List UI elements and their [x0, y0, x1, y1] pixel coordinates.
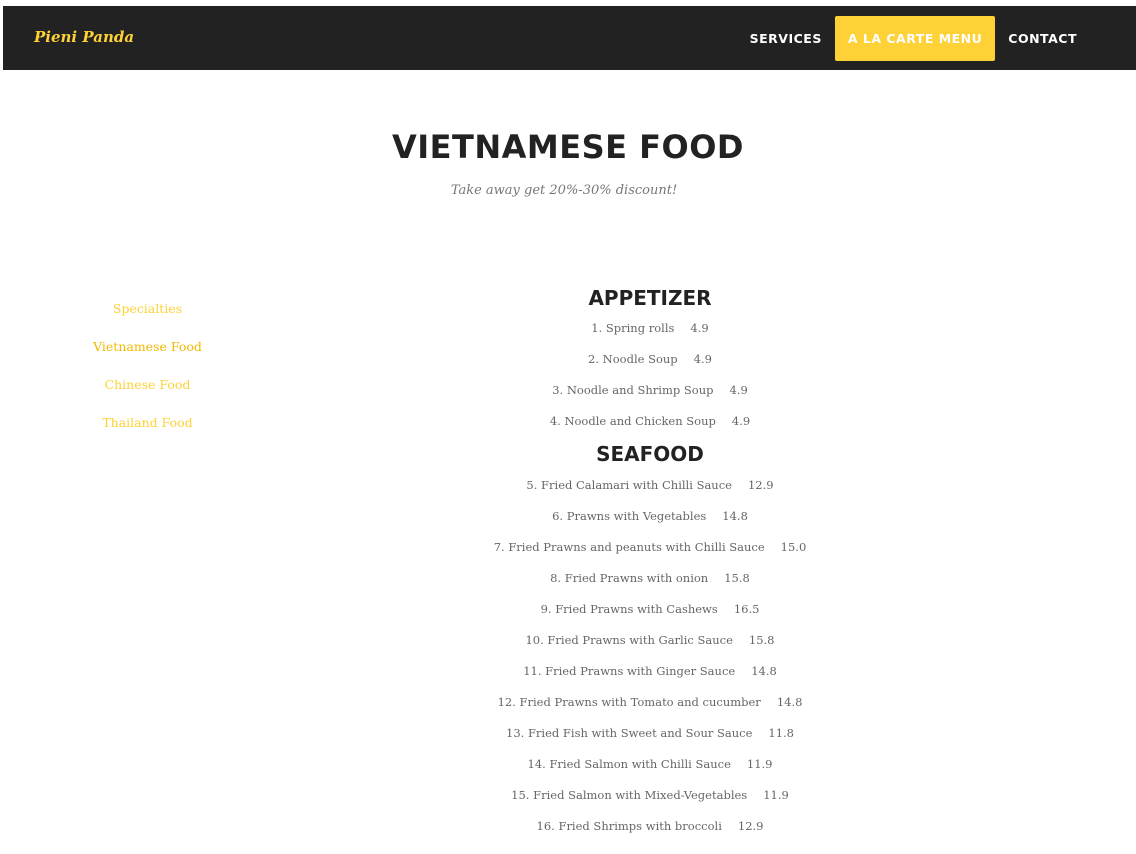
item-price: 11.9 [746, 757, 773, 771]
item-price: 4.9 [729, 383, 748, 397]
item-name: 4. Noodle and Chicken Soup [549, 414, 716, 428]
nav-item-contact[interactable]: CONTACT [995, 16, 1090, 61]
item-price: 14.8 [776, 695, 803, 709]
brand-logo[interactable]: Pieni Panda [34, 28, 134, 46]
item-price: 16.5 [733, 602, 760, 616]
list-item: 6. Prawns with Vegetables 14.8 [300, 501, 1000, 532]
item-name: 14. Fried Salmon with Chilli Sauce [527, 757, 731, 771]
item-name: 6. Prawns with Vegetables [552, 509, 707, 523]
menu-list: APPETIZER 1. Spring rolls 4.9 2. Noodle S… [300, 284, 1000, 842]
item-price: 12.9 [747, 478, 774, 492]
item-price: 14.8 [722, 509, 748, 523]
item-price: 4.9 [731, 414, 751, 428]
list-item: 5. Fried Calamari with Chilli Sauce 12.9 [300, 470, 1000, 501]
page-subtitle: Take away get 20%-30% discount! [450, 183, 678, 198]
list-item: 16. Fried Shrimps with broccoli 12.9 [300, 811, 1000, 842]
list-item: 11. Fried Prawns with Ginger Sauce 14.8 [300, 656, 1000, 687]
category-title-seafood: SEAFOOD [596, 442, 704, 466]
list-item: 2. Noodle Soup 4.9 [300, 344, 1000, 375]
list-item: 12. Fried Prawns with Tomato and cucumbe… [300, 687, 1000, 718]
item-name: 13. Fried Fish with Sweet and Sour Sauce [506, 726, 753, 740]
category-title-appetizer: APPETIZER [588, 286, 712, 310]
sidebar-item-chinese-food[interactable]: Chinese Food [50, 375, 245, 413]
category-sidebar: Specialties Vietnamese Food Chinese Food… [50, 299, 245, 451]
nav-item-services[interactable]: SERVICES [737, 16, 835, 61]
item-price: 4.9 [690, 321, 709, 335]
list-item: 3. Noodle and Shrimp Soup 4.9 [300, 375, 1000, 406]
item-price: 11.8 [768, 726, 794, 740]
list-item: 15. Fried Salmon with Mixed-Vegetables 11… [300, 780, 1000, 811]
item-price: 12.9 [737, 819, 764, 833]
list-item: 14. Fried Salmon with Chilli Sauce 11.9 [300, 749, 1000, 780]
sidebar-item-thailand-food[interactable]: Thailand Food [50, 413, 245, 451]
item-name: 12. Fried Prawns with Tomato and cucumbe… [497, 695, 761, 709]
item-name: 1. Spring rolls [591, 321, 675, 335]
main-nav: SERVICES A LA CARTE MENU CONTACT [737, 16, 1090, 61]
item-price: 15.0 [780, 540, 807, 554]
list-item: 8. Fried Prawns with onion 15.8 [300, 563, 1000, 594]
item-name: 15. Fried Salmon with Mixed-Vegetables [511, 788, 748, 802]
sidebar-item-specialties[interactable]: Specialties [50, 299, 245, 337]
page-title: VIETNAMESE FOOD [392, 128, 744, 166]
item-price: 4.9 [693, 352, 712, 366]
item-price: 15.8 [748, 633, 775, 647]
nav-item-a-la-carte-menu[interactable]: A LA CARTE MENU [834, 16, 996, 61]
item-name: 3. Noodle and Shrimp Soup [552, 383, 714, 397]
list-item: 10. Fried Prawns with Garlic Sauce 15.8 [300, 625, 1000, 656]
item-name: 10. Fried Prawns with Garlic Sauce [525, 633, 733, 647]
list-item: 1. Spring rolls 4.9 [300, 313, 1000, 344]
seafood-list: 5. Fried Calamari with Chilli Sauce 12.9 … [300, 470, 1000, 842]
list-item: 13. Fried Fish with Sweet and Sour Sauce… [300, 718, 1000, 749]
item-name: 5. Fried Calamari with Chilli Sauce [526, 478, 732, 492]
sidebar-item-vietnamese-food[interactable]: Vietnamese Food [50, 337, 245, 375]
item-name: 8. Fried Prawns with onion [550, 571, 709, 585]
list-item: 7. Fried Prawns and peanuts with Chilli … [300, 532, 1000, 563]
appetizer-list: 1. Spring rolls 4.9 2. Noodle Soup 4.9 3. … [300, 313, 1000, 437]
top-navbar: Pieni Panda SERVICES A LA CARTE MENU CON… [3, 6, 1136, 70]
list-item: 9. Fried Prawns with Cashews 16.5 [300, 594, 1000, 625]
item-price: 15.8 [724, 571, 750, 585]
item-price: 14.8 [751, 664, 777, 678]
item-price: 11.9 [763, 788, 789, 802]
item-name: 2. Noodle Soup [588, 352, 678, 366]
item-name: 9. Fried Prawns with Cashews [540, 602, 718, 616]
list-item: 4. Noodle and Chicken Soup 4.9 [300, 406, 1000, 437]
item-name: 11. Fried Prawns with Ginger Sauce [523, 664, 736, 678]
item-name: 7. Fried Prawns and peanuts with Chilli … [493, 540, 765, 554]
item-name: 16. Fried Shrimps with broccoli [536, 819, 722, 833]
